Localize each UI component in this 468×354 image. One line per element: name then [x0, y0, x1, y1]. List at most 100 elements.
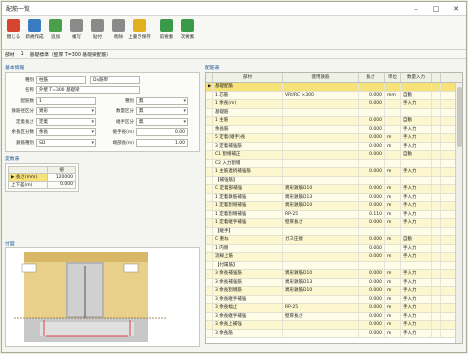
- grid-cell[interactable]: [206, 91, 213, 99]
- grid-row[interactable]: 1 定着鉄筋補強 異形鉄筋D13 0.000 m 手入力: [206, 193, 462, 202]
- grid-cell[interactable]: 3 余長継手補強: [213, 295, 283, 303]
- grid-cell[interactable]: 0.000: [359, 142, 385, 150]
- grid-cell[interactable]: 3 余長筋: [213, 329, 283, 337]
- grid-cell[interactable]: 0.110: [359, 210, 385, 218]
- grid-cell[interactable]: [206, 312, 213, 320]
- grid-cell[interactable]: 3 余長上補強: [213, 321, 283, 329]
- grid-cell[interactable]: C 定着部補強: [213, 185, 283, 193]
- grid-cell[interactable]: [432, 91, 441, 99]
- grid-row[interactable]: 3 余長上補強 0.000 m 手入力: [206, 321, 462, 330]
- type-field-2[interactable]: Dx筋単: [90, 75, 140, 84]
- quantity-class-select[interactable]: 無: [136, 107, 188, 116]
- grid-cell[interactable]: 手入力: [401, 100, 432, 108]
- grid-cell[interactable]: m: [385, 270, 401, 278]
- grid-cell[interactable]: 手入力: [401, 168, 432, 176]
- grid-cell[interactable]: [283, 244, 359, 252]
- grid-row[interactable]: 1 定着割増補強 RP-25 0.110 m 手入力: [206, 210, 462, 219]
- grid-cell[interactable]: 0.000: [359, 244, 385, 252]
- grid-cell[interactable]: RP-25: [283, 210, 359, 218]
- grid-column-header[interactable]: [206, 73, 213, 82]
- grid-cell[interactable]: 3 余長補強筋: [213, 278, 283, 286]
- grid-cell[interactable]: [283, 151, 359, 159]
- grid-cell[interactable]: [432, 185, 441, 193]
- grid-row[interactable]: 1 芯筋 VRI/RC ×300 0.000 mm 自動: [206, 91, 462, 100]
- grid-cell[interactable]: [283, 108, 359, 116]
- grid-cell[interactable]: [206, 219, 213, 227]
- grid-cell[interactable]: [206, 329, 213, 337]
- grid-cell[interactable]: ガス圧接: [283, 236, 359, 244]
- grid-cell[interactable]: 基礎配筋: [213, 83, 283, 91]
- grid-cell[interactable]: 5 定着(継手)長: [213, 134, 283, 142]
- grid-cell[interactable]: 0.000: [359, 321, 385, 329]
- grid-cell[interactable]: 0.000: [359, 329, 385, 337]
- grid-cell[interactable]: [206, 125, 213, 133]
- grid-cell[interactable]: m: [385, 278, 401, 286]
- grid-cell[interactable]: m: [385, 312, 401, 320]
- grid-cell[interactable]: 0.000: [359, 134, 385, 142]
- grid-column-header[interactable]: 部材: [213, 73, 283, 82]
- grid-cell[interactable]: [359, 176, 385, 184]
- grid-cell[interactable]: [432, 270, 441, 278]
- grid-cell[interactable]: 1 余長(m): [213, 100, 283, 108]
- toolbar-button[interactable]: 閉じる: [4, 19, 23, 40]
- grid-row[interactable]: 1 定着割増補強 異形鉄筋D10 0.000 m 手入力: [206, 202, 462, 211]
- grid-cell[interactable]: 手入力: [401, 253, 432, 261]
- grid-cell[interactable]: m: [385, 321, 401, 329]
- grid-cell[interactable]: 1 定着割増補強: [213, 202, 283, 210]
- grid-cell[interactable]: [283, 261, 359, 269]
- grid-cell[interactable]: m: [385, 210, 401, 218]
- grid-cell[interactable]: [432, 176, 441, 184]
- grid-cell[interactable]: 壁厚長さ: [283, 312, 359, 320]
- grid-cell[interactable]: [206, 261, 213, 269]
- toolbar-button[interactable]: 新規作成: [25, 19, 44, 40]
- grid-cell[interactable]: [401, 176, 432, 184]
- grid-cell[interactable]: [206, 227, 213, 235]
- bar-kind-select[interactable]: SD: [36, 138, 96, 147]
- grid-cell[interactable]: [283, 295, 359, 303]
- grid-cell[interactable]: 0.000: [359, 295, 385, 303]
- grid-cell[interactable]: [432, 219, 441, 227]
- grid-cell[interactable]: 自動: [401, 117, 432, 125]
- grid-cell[interactable]: 0.000: [359, 219, 385, 227]
- grid-cell[interactable]: [401, 227, 432, 235]
- grid-cell[interactable]: 3 余長幅止: [213, 304, 283, 312]
- grid-cell[interactable]: RP-25: [283, 304, 359, 312]
- grid-cell[interactable]: [401, 83, 432, 91]
- grid-cell[interactable]: [432, 125, 441, 133]
- grid-cell[interactable]: [206, 270, 213, 278]
- grid-cell[interactable]: 0.000: [359, 312, 385, 320]
- grid-cell[interactable]: [401, 261, 432, 269]
- grid-cell[interactable]: [432, 278, 441, 286]
- grid-cell[interactable]: [385, 151, 401, 159]
- grid-cell[interactable]: 0.000: [359, 304, 385, 312]
- grid-cell[interactable]: [432, 329, 441, 337]
- grid-cell[interactable]: 異形鉄筋D10: [283, 270, 359, 278]
- anchor-select[interactable]: 定着: [36, 117, 96, 126]
- grid-cell[interactable]: 0.000: [359, 151, 385, 159]
- grid-cell[interactable]: m: [385, 287, 401, 295]
- grid-cell[interactable]: m: [385, 168, 401, 176]
- grid-cell[interactable]: 手入力: [401, 304, 432, 312]
- grid-cell[interactable]: [385, 159, 401, 167]
- grid-cell[interactable]: [206, 193, 213, 201]
- grid-cell[interactable]: 手入力: [401, 329, 432, 337]
- grid-cell[interactable]: [432, 108, 441, 116]
- grid-cell[interactable]: 1 定着鉄筋補強: [213, 193, 283, 201]
- variables-row[interactable]: ▶ 長さ(mm) 120000: [7, 173, 76, 182]
- grid-cell[interactable]: [401, 159, 432, 167]
- grid-row[interactable]: 1 定着継手補強 壁厚長さ 0.000 m 手入力: [206, 219, 462, 228]
- grid-column-header[interactable]: 数量入力: [401, 73, 432, 82]
- grid-cell[interactable]: 余長筋: [213, 125, 283, 133]
- grid-cell[interactable]: [359, 108, 385, 116]
- grid-cell[interactable]: [432, 210, 441, 218]
- grid-cell[interactable]: [283, 227, 359, 235]
- grid-cell[interactable]: [385, 125, 401, 133]
- grid-cell[interactable]: m: [385, 253, 401, 261]
- grid-cell[interactable]: [385, 227, 401, 235]
- grid-cell[interactable]: [359, 261, 385, 269]
- grid-cell[interactable]: C 重ね: [213, 236, 283, 244]
- grid-cell[interactable]: [432, 227, 441, 235]
- grid-cell[interactable]: 手入力: [401, 278, 432, 286]
- grid-cell[interactable]: 手入力: [401, 244, 432, 252]
- count-field[interactable]: 1: [36, 96, 96, 105]
